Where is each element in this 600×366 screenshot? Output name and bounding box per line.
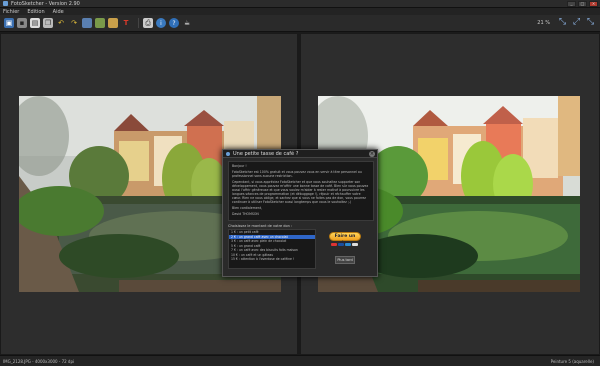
menu-bar: Fichier Edition Aide <box>0 8 600 15</box>
text-tool-icon[interactable]: T <box>121 18 131 28</box>
print-icon[interactable]: ⎙ <box>143 18 153 28</box>
copy-icon[interactable]: ❐ <box>43 18 53 28</box>
open-image-icon[interactable]: ▣ <box>4 18 14 28</box>
help-icon[interactable]: ? <box>169 18 179 28</box>
donation-dialog: Une petite tasse de café ? × Bonjour ! F… <box>222 149 378 277</box>
view-tools: ⤡ ⤢ ⤡ <box>557 17 596 28</box>
batch-icon[interactable] <box>82 18 92 28</box>
bank-card-icon <box>352 243 358 246</box>
dialog-title-bar: Une petite tasse de café ? <box>223 150 377 158</box>
new-document-icon[interactable]: ▤ <box>30 18 40 28</box>
redo-icon[interactable]: ↷ <box>69 18 79 28</box>
zoom-level: 21 % <box>537 20 550 26</box>
zoom-in-icon[interactable]: ⤡ <box>557 17 568 28</box>
window-controls: _ □ ✕ <box>567 1 598 7</box>
toolbar-separator <box>138 18 139 28</box>
effects-icon[interactable] <box>108 18 118 28</box>
save-icon[interactable]: ▪ <box>17 18 27 28</box>
mastercard-icon <box>331 243 337 246</box>
menu-edit[interactable]: Edition <box>27 9 44 15</box>
layout-icon[interactable] <box>95 18 105 28</box>
fit-window-icon[interactable]: ⤡ <box>585 17 596 28</box>
visa-icon <box>338 243 344 246</box>
dialog-greeting: Bonjour ! <box>232 164 247 168</box>
menu-help[interactable]: Aide <box>53 9 64 15</box>
title-bar: FotoSketcher - Version 2.90 _ □ ✕ <box>0 0 600 8</box>
dialog-paragraph-2: Cependant, si vous appréciez FotoSketche… <box>232 180 369 204</box>
maximize-button[interactable]: □ <box>578 1 587 7</box>
donate-widget: Faire un don <box>325 232 365 252</box>
dialog-icon <box>226 151 230 156</box>
donate-button[interactable]: Faire un don <box>329 232 361 246</box>
status-effect-name: Peinture 5 (aquarelle) <box>550 359 594 364</box>
toolbar: ▣ ▪ ▤ ❐ ↶ ↷ T ⎙ i ? ☕ <box>0 15 600 32</box>
dialog-author: David THOMSON <box>232 212 259 216</box>
dialog-message: Bonjour ! FotoSketcher est 100% gratuit … <box>228 161 374 221</box>
dialog-paragraph-1: FotoSketcher est 100% gratuit et vous po… <box>232 170 362 178</box>
close-window-button[interactable]: ✕ <box>589 1 598 7</box>
amex-icon <box>345 243 351 246</box>
minimize-button[interactable]: _ <box>567 1 576 7</box>
later-button[interactable]: Plus tard <box>335 256 355 264</box>
app-icon <box>3 1 8 6</box>
status-bar: IMG_2128.JPG - 4000x3000 - 72 dpi Peintu… <box>0 355 600 366</box>
dialog-close-icon[interactable]: × <box>369 151 375 157</box>
menu-file[interactable]: Fichier <box>3 9 19 15</box>
zoom-out-icon[interactable]: ⤢ <box>571 17 582 28</box>
donation-amount-label: Choisissez le montant de votre don : <box>228 224 293 228</box>
info-icon[interactable]: i <box>156 18 166 28</box>
donation-amount-list[interactable]: 1 € : un petit café 2 € : un grand café … <box>228 229 316 269</box>
dialog-title: Une petite tasse de café ? <box>233 150 299 157</box>
window-title: FotoSketcher - Version 2.90 <box>11 0 80 7</box>
list-item[interactable]: 15 € : attention à l'overdose de caféine… <box>229 257 315 262</box>
status-image-info: IMG_2128.JPG - 4000x3000 - 72 dpi <box>3 359 75 364</box>
workspace: Une petite tasse de café ? × Bonjour ! F… <box>0 33 600 355</box>
undo-icon[interactable]: ↶ <box>56 18 66 28</box>
coffee-cup-icon[interactable]: ☕ <box>182 18 192 28</box>
dialog-signoff: Bien cordialement, <box>232 206 263 210</box>
payment-cards <box>331 243 365 246</box>
